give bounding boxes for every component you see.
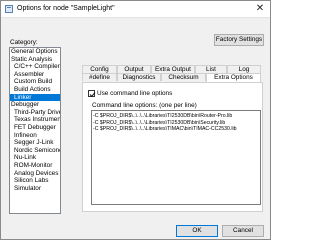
ok-button[interactable]: OK xyxy=(176,225,218,237)
tree-item-segger-j-link[interactable]: Segger J-Link xyxy=(10,139,60,147)
tree-item-infineon[interactable]: Infineon xyxy=(10,132,60,140)
title-bar: Options for node "SampleLight" ✕ xyxy=(1,1,270,18)
command-line: -C $PROJ_DIR$\..\..\..\Libraries\TI2530D… xyxy=(93,113,233,119)
cancel-button[interactable]: Cancel xyxy=(222,225,264,237)
options-dialog: Options for node "SampleLight" ✕ Categor… xyxy=(0,0,271,240)
category-tree[interactable]: General Options Static Analysis C/C++ Comp… xyxy=(9,47,61,214)
close-icon[interactable]: ✕ xyxy=(254,3,266,15)
window-app-icon xyxy=(5,5,13,13)
tree-item-c-c-compiler[interactable]: C/C++ Compiler xyxy=(10,63,60,71)
tree-item-analog-devices[interactable]: Analog Devices xyxy=(10,170,60,178)
command-line-options-label: Command line options: (one per line) xyxy=(92,102,197,109)
command-line: -C $PROJ_DIR$\..\..\..\Libraries\TI2530D… xyxy=(93,119,226,126)
command-line: -C $PROJ_DIR$\..\..\..\Libraries\TIMAC\b… xyxy=(93,126,237,133)
tree-item-nu-link[interactable]: Nu-Link xyxy=(10,154,60,162)
tab-log[interactable]: Log xyxy=(227,65,261,73)
tree-item-simulator[interactable]: Simulator xyxy=(10,185,60,193)
tree-item-fet-debugger[interactable]: FET Debugger xyxy=(10,124,60,132)
checkmark-icon xyxy=(89,92,96,98)
tree-item-nordic-semiconductor[interactable]: Nordic Semiconductor xyxy=(10,147,60,155)
tab-diagnostics[interactable]: Diagnostics xyxy=(117,73,161,81)
tab-define[interactable]: #define xyxy=(82,73,117,81)
factory-settings-button[interactable]: Factory Settings xyxy=(214,34,264,46)
tree-item-texas-instruments[interactable]: Texas Instruments xyxy=(10,116,60,124)
use-command-line-options-checkbox[interactable] xyxy=(88,90,96,98)
extra-options-pane: Use command line options Command line op… xyxy=(82,82,263,212)
tree-item-custom-build[interactable]: Custom Build xyxy=(10,78,60,86)
tab-extra-options[interactable]: Extra Options xyxy=(206,73,261,82)
tree-item-rom-monitor[interactable]: ROM-Monitor xyxy=(10,162,60,170)
tree-item-debugger[interactable]: Debugger xyxy=(10,101,60,109)
category-label: Category: xyxy=(10,39,38,46)
tab-output[interactable]: Output xyxy=(117,65,151,73)
tree-item-linker[interactable]: Linker xyxy=(10,93,60,102)
tree-item-assembler[interactable]: Assembler xyxy=(10,71,60,79)
tab-list[interactable]: List xyxy=(195,65,227,73)
tree-item-general-options[interactable]: General Options xyxy=(10,48,60,56)
tab-checksum[interactable]: Checksum xyxy=(161,73,206,81)
tree-item-static-analysis[interactable]: Static Analysis xyxy=(10,56,60,64)
tab-strip: Config Output Extra Output List Log #def… xyxy=(82,65,261,83)
command-line-options-textarea[interactable]: -C $PROJ_DIR$\..\..\..\Libraries\TI2530D… xyxy=(91,110,261,205)
tab-extra-output[interactable]: Extra Output xyxy=(151,65,195,73)
use-command-line-options-label: Use command line options xyxy=(97,90,173,97)
window-title: Options for node "SampleLight" xyxy=(17,5,115,12)
tree-item-build-actions[interactable]: Build Actions xyxy=(10,86,60,94)
tree-item-silicon-labs[interactable]: Silicon Labs xyxy=(10,177,60,185)
tree-item-third-party-driver[interactable]: Third-Party Driver xyxy=(10,109,60,117)
tab-config[interactable]: Config xyxy=(82,65,117,73)
